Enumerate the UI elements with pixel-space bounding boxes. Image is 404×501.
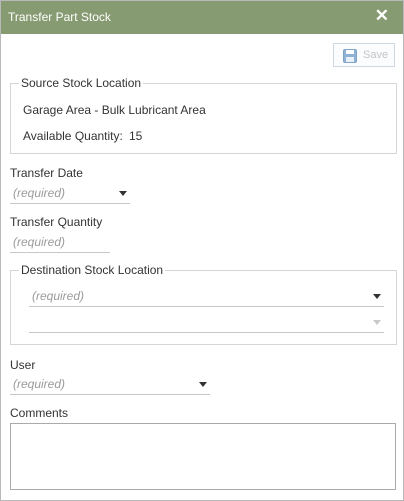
comments-label: Comments [10,406,69,420]
save-button[interactable]: Save [333,43,395,67]
user-label: User [10,358,36,372]
destination-location-placeholder: (required) [32,289,85,303]
transfer-quantity-label: Transfer Quantity [10,215,103,229]
user-placeholder: (required) [13,377,66,391]
chevron-down-icon[interactable] [119,191,127,196]
dialog-titlebar: Transfer Part Stock ✕ [1,1,403,34]
chevron-down-icon[interactable] [373,320,381,325]
destination-sublocation-select[interactable] [29,313,384,333]
user-select[interactable]: (required) [10,375,210,395]
dialog-title: Transfer Part Stock [8,10,111,24]
transfer-part-stock-dialog: Transfer Part Stock ✕ Save Source Stock … [0,0,404,501]
source-stock-location-legend: Source Stock Location [21,76,142,90]
chevron-down-icon[interactable] [373,294,381,299]
chevron-down-icon[interactable] [199,382,207,387]
floppy-disk-icon [343,49,357,63]
transfer-quantity-input[interactable]: (required) [10,233,110,253]
comments-textarea[interactable] [10,423,396,490]
transfer-date-label: Transfer Date [10,166,83,180]
available-quantity-value: 15 [129,129,143,143]
source-location-text: Garage Area - Bulk Lubricant Area [23,103,206,117]
transfer-date-placeholder: (required) [13,186,66,200]
destination-stock-location-legend: Destination Stock Location [21,263,164,277]
transfer-quantity-placeholder: (required) [13,235,66,249]
destination-location-select[interactable]: (required) [29,287,384,307]
close-icon[interactable]: ✕ [375,6,389,26]
available-quantity-label: Available Quantity: [23,129,123,143]
transfer-date-picker[interactable]: (required) [10,184,130,204]
save-button-label: Save [363,49,389,61]
